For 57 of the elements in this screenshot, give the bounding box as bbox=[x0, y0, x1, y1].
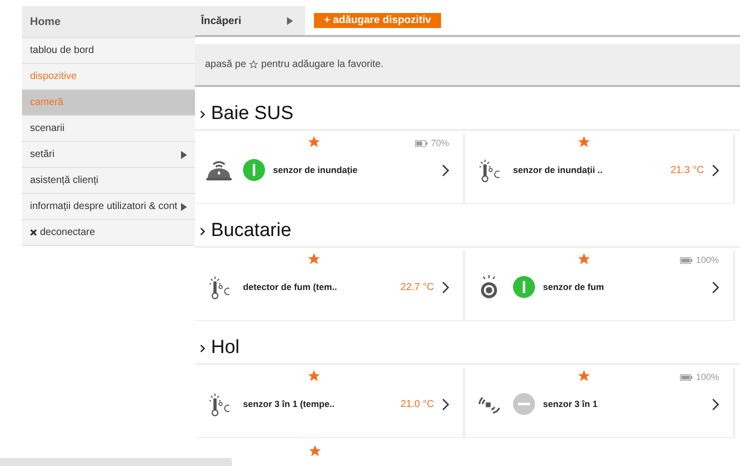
star-outline-icon bbox=[249, 60, 258, 69]
device-name: detector de fum (tem.. bbox=[243, 282, 338, 292]
chevron-right-icon[interactable] bbox=[712, 164, 719, 176]
chevron-icon[interactable] bbox=[200, 226, 205, 236]
close-icon bbox=[30, 229, 37, 236]
battery-level: 100% bbox=[696, 255, 719, 265]
battery-icon bbox=[680, 374, 693, 380]
chevron-icon[interactable] bbox=[200, 110, 205, 118]
rooms-menu[interactable]: Încăperi bbox=[195, 6, 305, 35]
chevron-right-icon[interactable] bbox=[442, 164, 449, 176]
device-name: senzor de inundație bbox=[273, 165, 359, 175]
sidebar-item[interactable]: deconectare bbox=[22, 220, 195, 246]
star-icon[interactable] bbox=[577, 252, 591, 266]
sidebar-item[interactable]: asistență clienți bbox=[22, 168, 195, 194]
device-card[interactable]: 100% senzor de fum bbox=[465, 251, 735, 321]
hint-text: pentru adăugare la favorite. bbox=[261, 59, 384, 70]
device-card[interactable]: detector de fum (tem.. 22.7 °C bbox=[195, 251, 465, 321]
star-icon[interactable] bbox=[308, 444, 322, 458]
battery-level: 70% bbox=[430, 138, 449, 148]
temperature-reading: 21.3 °C bbox=[670, 164, 704, 176]
device-card[interactable]: 100% senzor 3 în 1 bbox=[465, 368, 735, 438]
star-icon[interactable] bbox=[577, 369, 591, 383]
device-card[interactable]: senzor de inundații .. 21.3 °C bbox=[465, 134, 735, 204]
star-icon[interactable] bbox=[307, 252, 321, 266]
submenu-arrow-icon bbox=[287, 16, 293, 24]
star-icon[interactable] bbox=[307, 135, 321, 149]
device-name: senzor 3 în 1 (tempe.. bbox=[243, 399, 336, 409]
battery-level: 100% bbox=[696, 372, 719, 382]
submenu-arrow-icon bbox=[181, 150, 187, 158]
room-title: Hol bbox=[211, 337, 240, 359]
device-name: senzor de inundații .. bbox=[513, 165, 604, 175]
star-icon[interactable] bbox=[307, 369, 321, 383]
chevron-right-icon[interactable] bbox=[442, 280, 449, 294]
chevron-icon[interactable] bbox=[200, 344, 205, 352]
power-on-icon[interactable] bbox=[243, 159, 265, 181]
power-off-icon[interactable] bbox=[513, 393, 535, 415]
room-title: Baie SUS bbox=[211, 103, 294, 125]
submenu-arrow-icon bbox=[181, 202, 187, 210]
sidebar-item[interactable]: informații despre utilizatori & cont bbox=[22, 194, 195, 220]
device-name: senzor de fum bbox=[543, 282, 606, 292]
sidebar-header[interactable]: Home bbox=[22, 6, 195, 38]
star-icon[interactable] bbox=[577, 135, 591, 149]
battery-icon bbox=[414, 140, 428, 146]
device-card[interactable]: senzor 3 în 1 (tempe.. 21.0 °C bbox=[195, 368, 465, 438]
chevron-right-icon[interactable] bbox=[712, 280, 719, 294]
power-on-icon[interactable] bbox=[513, 276, 535, 298]
chevron-right-icon[interactable] bbox=[712, 398, 719, 410]
sidebar-item[interactable]: setări bbox=[22, 142, 195, 168]
device-card[interactable]: 70% senzor de inundație bbox=[195, 134, 465, 204]
device-name: senzor 3 în 1 bbox=[543, 399, 599, 409]
room-title: Bucatarie bbox=[211, 220, 292, 242]
temperature-reading: 21.0 °C bbox=[400, 398, 434, 410]
hint-text: apasă pe bbox=[205, 59, 246, 70]
chevron-right-icon[interactable] bbox=[442, 398, 449, 410]
sidebar-item[interactable]: scenarii bbox=[22, 116, 195, 142]
temperature-reading: 22.7 °C bbox=[400, 282, 434, 292]
battery-icon bbox=[680, 256, 693, 264]
